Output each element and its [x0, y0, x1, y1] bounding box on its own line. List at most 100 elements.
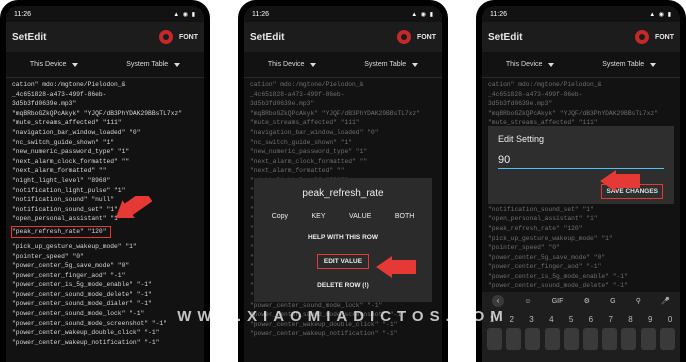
settings-row[interactable]: "mqBRboGZkQPcAkyk" "YJQF/dB3PhYDAK29BBsT…	[250, 109, 436, 119]
key-3[interactable]: 3	[529, 315, 533, 324]
keyboard-key[interactable]	[602, 328, 618, 350]
settings-row[interactable]: cation" mdo:/mgtone/Pielodon_&	[488, 80, 674, 90]
help-row-button[interactable]: HELP WITH THIS ROW	[254, 234, 432, 241]
settings-row[interactable]: "notification_sound_set" "1"	[488, 205, 674, 215]
font-button[interactable]: FONT	[179, 34, 198, 41]
settings-row[interactable]: "mqBRboGZkQPcAkyk" "YJQF/dB3PhYDAK29BBsT…	[488, 109, 674, 119]
settings-row[interactable]: "navigation_bar_window_loaded" "0"	[250, 128, 436, 138]
settings-row[interactable]: "power_center_is_5g_mode_enable" "-1"	[488, 272, 674, 282]
keyboard-key[interactable]	[487, 328, 503, 350]
settings-row[interactable]: "power_center_finger_aod" "-1"	[12, 271, 198, 281]
settings-row[interactable]: "power_center_wakeup_notification" "-1"	[12, 338, 198, 348]
settings-row[interactable]: "pick_up_gesture_wakeup_mode" "1"	[12, 242, 198, 252]
key-8[interactable]: 8	[628, 315, 632, 324]
settings-row[interactable]: "navigation_bar_window_loaded" "0"	[12, 128, 198, 138]
value-input[interactable]: 90	[498, 154, 664, 169]
key-button[interactable]: KEY	[312, 213, 326, 220]
settings-row[interactable]: "power_center_wakeup_notification" "-1"	[250, 329, 436, 339]
device-dropdown[interactable]: This Device	[506, 61, 555, 68]
settings-row[interactable]: "power_center_sound_mode_dialer" "-1"	[12, 299, 198, 309]
settings-row[interactable]: "mute_streams_affected" "111"	[250, 118, 436, 128]
table-dropdown[interactable]: System Table	[126, 61, 181, 68]
delete-row-button[interactable]: DELETE ROW (!)	[254, 282, 432, 289]
settings-gear-icon[interactable]	[396, 30, 411, 44]
settings-row[interactable]: "pointer_speed" "0"	[12, 252, 198, 262]
settings-row[interactable]: "nc_switch_guide_shown" "1"	[12, 138, 198, 148]
settings-row[interactable]: "power_center_sound_mode_screenshot" "-1…	[12, 319, 198, 329]
key-4[interactable]: 4	[549, 315, 553, 324]
keyboard-key[interactable]	[640, 328, 656, 350]
key-9[interactable]: 9	[648, 315, 652, 324]
settings-row[interactable]: "night_light_level" "8968"	[12, 176, 198, 186]
settings-row[interactable]: "power_center_sound_mode_lock" "-1"	[12, 309, 198, 319]
settings-icon[interactable]: ⚙	[584, 297, 590, 305]
key-0[interactable]: 0	[668, 315, 672, 324]
settings-row[interactable]: "power_center_sound_mode_delete" "-1"	[12, 290, 198, 300]
key-5[interactable]: 5	[569, 315, 573, 324]
settings-row[interactable]: "new_numeric_password_type" "1"	[250, 147, 436, 157]
keyboard-key[interactable]	[583, 328, 599, 350]
settings-row[interactable]: _4c651828-a473-499f-86eb-	[12, 90, 198, 100]
settings-row[interactable]: "notification_light_pulse" "1"	[12, 186, 198, 196]
settings-row[interactable]: _4c651828-a473-499f-86eb-	[488, 90, 674, 100]
key-1[interactable]: 1	[490, 315, 494, 324]
settings-row[interactable]: "next_alarm_clock_formatted" ""	[250, 157, 436, 167]
key-2[interactable]: 2	[509, 315, 513, 324]
settings-row[interactable]: "next_alarm_clock_formatted" ""	[12, 157, 198, 167]
font-button[interactable]: FONT	[417, 34, 436, 41]
settings-row[interactable]: "pointer_speed" "0"	[488, 243, 674, 253]
settings-row[interactable]: "power_center_wakeup_double_click" "-1"	[250, 320, 436, 330]
palette-icon[interactable]: ⚲	[636, 297, 641, 305]
settings-row[interactable]: "notification_sound_set" "1"	[12, 205, 198, 215]
font-button[interactable]: FONT	[655, 34, 674, 41]
settings-row[interactable]: "power_center_5g_save_mode" "0"	[488, 253, 674, 263]
settings-row[interactable]: "nc_switch_guide_shown" "1"	[250, 138, 436, 148]
settings-row[interactable]: cation" mdo:/mgtone/Pielodon_&	[12, 80, 198, 90]
settings-row[interactable]: "power_center_finger_aod" "-1"	[488, 262, 674, 272]
settings-row[interactable]: 3d5b3fd0639e.mp3"	[488, 99, 674, 109]
settings-row[interactable]: "mute_streams_affected" "111"	[12, 118, 198, 128]
device-dropdown[interactable]: This Device	[268, 61, 317, 68]
settings-row[interactable]: 3d5b3fd0639e.mp3"	[12, 99, 198, 109]
table-dropdown[interactable]: System Table	[602, 61, 657, 68]
settings-row[interactable]: "open_personal_assistant" "1"	[12, 214, 198, 224]
settings-row[interactable]: "pick_up_gesture_wakeup_mode" "1"	[488, 234, 674, 244]
settings-row[interactable]: "next_alarm_formatted" ""	[12, 166, 198, 176]
both-button[interactable]: BOTH	[395, 213, 414, 220]
settings-gear-icon[interactable]	[634, 30, 649, 44]
keyboard-key[interactable]	[621, 328, 637, 350]
copy-button[interactable]: Copy	[272, 213, 288, 220]
settings-gear-icon[interactable]	[158, 30, 173, 44]
settings-row[interactable]: "power_center_sound_mode_lock" "-1"	[250, 301, 436, 311]
emoji-icon[interactable]: ☺	[524, 298, 531, 305]
translate-icon[interactable]: G	[610, 298, 615, 305]
keyboard-key[interactable]	[525, 328, 541, 350]
edit-value-button[interactable]: EDIT VALUE	[316, 254, 370, 269]
settings-row[interactable]: 3d5b3fd0639e.mp3"	[250, 99, 436, 109]
key-7[interactable]: 7	[608, 315, 612, 324]
gif-button[interactable]: GIF	[552, 298, 564, 305]
microphone-icon[interactable]: 🎤	[661, 297, 670, 305]
device-dropdown[interactable]: This Device	[30, 61, 79, 68]
keyboard-key[interactable]	[544, 328, 560, 350]
settings-row[interactable]: "power_center_wakeup_double_click" "-1"	[12, 328, 198, 338]
settings-row[interactable]: "power_center_sound_mode_screenshot" "-1…	[250, 310, 436, 320]
settings-row[interactable]: _4c651828-a473-499f-86eb-	[250, 90, 436, 100]
key-6[interactable]: 6	[589, 315, 593, 324]
settings-row[interactable]: "mqBRboGZkQPcAkyk" "YJQF/dB3PhYDAK29BBsT…	[12, 109, 198, 119]
settings-row-highlighted[interactable]: "peak_refresh_rate" "120"	[10, 226, 112, 238]
settings-row[interactable]: "power_center_is_5g_mode_enable" "-1"	[12, 280, 198, 290]
settings-row[interactable]: "notification_sound" "null"	[12, 195, 198, 205]
keyboard-key[interactable]	[506, 328, 522, 350]
settings-row[interactable]: "open_personal_assistant" "1"	[488, 214, 674, 224]
settings-row[interactable]: "power_center_sound_mode_delete" "-1"	[488, 281, 674, 291]
keyboard-key[interactable]	[563, 328, 579, 350]
settings-row[interactable]: cation" mdo:/mgtone/Pielodon_&	[250, 80, 436, 90]
settings-row[interactable]: "new_numeric_password_type" "1"	[12, 147, 198, 157]
table-dropdown[interactable]: System Table	[364, 61, 419, 68]
settings-row[interactable]: "peak_refresh_rate" "120"	[488, 224, 674, 234]
settings-row[interactable]: "power_center_5g_save_mode" "0"	[12, 261, 198, 271]
keyboard-key[interactable]	[659, 328, 675, 350]
value-button[interactable]: VALUE	[349, 213, 371, 220]
back-icon[interactable]: ‹	[492, 295, 505, 307]
